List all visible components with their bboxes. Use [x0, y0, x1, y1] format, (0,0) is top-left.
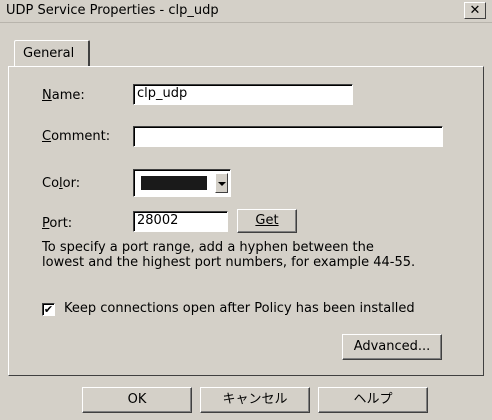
keep-connections-checkbox[interactable]: ✔ [42, 303, 55, 316]
title-bar[interactable]: UDP Service Properties - clp_udp ✕ [0, 0, 492, 23]
cancel-button[interactable]: キャンセル [200, 387, 310, 413]
port-label: Port: [42, 216, 73, 231]
comment-label: Comment: [42, 129, 111, 144]
keep-connections-label[interactable]: Keep connections open after Policy has b… [64, 301, 415, 316]
advanced-button[interactable]: Advanced... [342, 334, 442, 360]
name-label-rest: ame: [51, 88, 85, 103]
cancel-button-label: キャンセル [222, 392, 288, 407]
check-icon: ✔ [43, 303, 54, 316]
ok-button[interactable]: OK [82, 387, 192, 413]
port-input[interactable]: 28002 [133, 211, 228, 232]
chevron-down-icon[interactable] [215, 173, 228, 193]
help-line-2: lowest and the highest port numbers, for… [42, 255, 416, 270]
close-icon: ✕ [469, 3, 481, 18]
comment-label-rest: omment: [51, 129, 111, 144]
get-port-button[interactable]: Get [237, 209, 297, 233]
port-range-help: To specify a port range, add a hyphen be… [42, 240, 482, 270]
ok-button-label: OK [127, 392, 147, 407]
comment-input[interactable] [133, 126, 443, 147]
color-label: Color: [42, 176, 81, 191]
port-label-rest: ort: [49, 216, 73, 231]
help-line-1: To specify a port range, add a hyphen be… [42, 240, 374, 255]
help-button[interactable]: ヘルプ [318, 387, 428, 413]
name-input[interactable]: clp_udp [133, 84, 353, 105]
close-button[interactable]: ✕ [464, 2, 486, 19]
name-label: Name: [42, 88, 85, 103]
color-swatch [141, 176, 207, 190]
color-label-pre: Co [42, 176, 60, 191]
color-label-post: or: [62, 176, 81, 191]
get-button-label: Get [255, 213, 279, 228]
advanced-button-label: Advanced... [353, 339, 431, 354]
color-select[interactable] [133, 169, 231, 197]
window-title: UDP Service Properties - clp_udp [6, 3, 219, 18]
properties-dialog: UDP Service Properties - clp_udp ✕ Gener… [0, 0, 492, 420]
tab-general[interactable]: General [14, 40, 90, 66]
tab-general-label: General [23, 46, 75, 61]
help-button-label: ヘルプ [353, 392, 393, 407]
